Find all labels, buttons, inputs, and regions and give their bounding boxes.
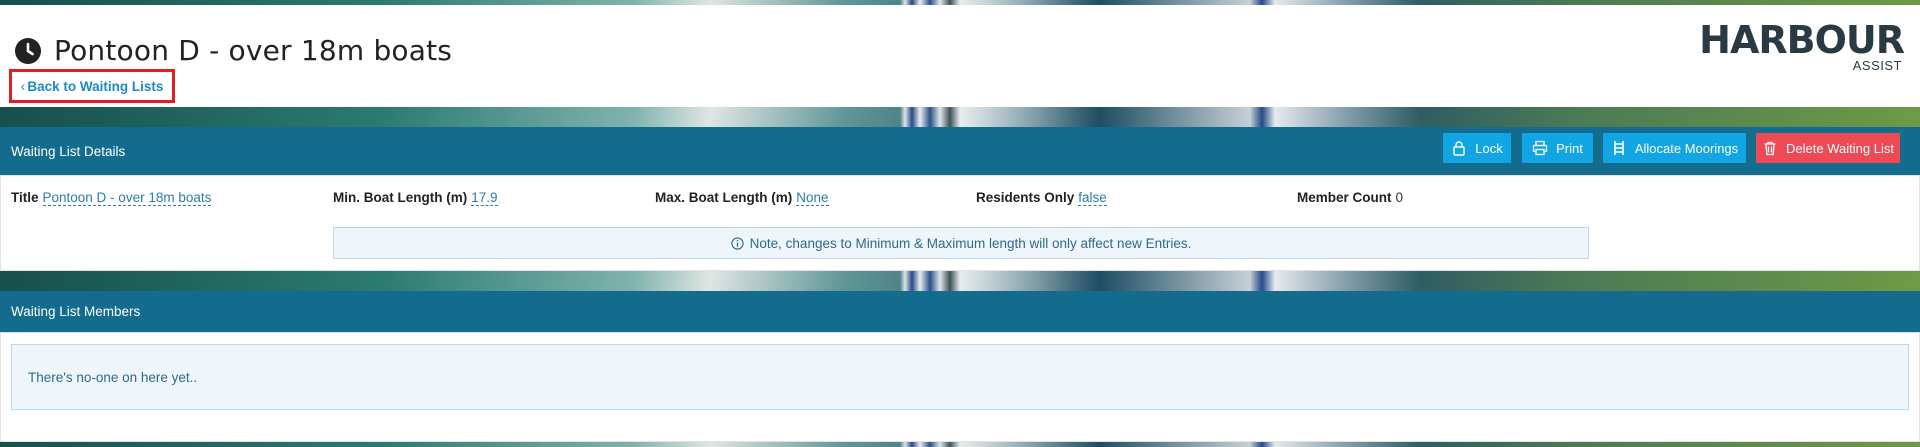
members-heading: Waiting List Members xyxy=(11,304,141,319)
empty-members-message: There's no-one on here yet.. xyxy=(11,344,1909,410)
note-text: Note, changes to Minimum & Maximum lengt… xyxy=(749,235,1192,251)
max-length-label: Max. Boat Length (m) xyxy=(655,190,793,205)
member-count-field: Member Count 0 xyxy=(1297,190,1403,205)
back-to-waiting-lists-link[interactable]: ‹ Back to Waiting Lists xyxy=(9,69,175,103)
min-length-value[interactable]: 17.9 xyxy=(471,190,498,206)
trash-icon xyxy=(1764,141,1776,156)
member-count-value: 0 xyxy=(1395,190,1404,205)
empty-message-text: There's no-one on here yet.. xyxy=(28,369,198,385)
residents-only-label: Residents Only xyxy=(976,190,1075,205)
details-heading: Waiting List Details xyxy=(11,143,126,159)
delete-waiting-list-button[interactable]: Delete Waiting List xyxy=(1756,133,1900,163)
delete-button-label: Delete Waiting List xyxy=(1786,140,1894,156)
max-length-field: Max. Boat Length (m) None xyxy=(655,190,829,206)
allocate-button-label: Allocate Moorings xyxy=(1634,140,1739,156)
page-title-row: Pontoon D - over 18m boats xyxy=(14,34,452,67)
print-button[interactable]: Print xyxy=(1522,133,1593,163)
back-link-label: Back to Waiting Lists xyxy=(27,78,164,94)
title-field: Title Pontoon D - over 18m boats xyxy=(11,190,212,206)
length-change-note: Note, changes to Minimum & Maximum lengt… xyxy=(333,227,1589,259)
chevron-left-icon: ‹ xyxy=(20,78,26,94)
page-title: Pontoon D - over 18m boats xyxy=(54,34,453,67)
residents-only-field: Residents Only false xyxy=(976,190,1107,206)
waiting-list-details-body: Title Pontoon D - over 18m boats Min. Boa… xyxy=(0,175,1920,271)
allocate-moorings-button[interactable]: Allocate Moorings xyxy=(1603,133,1746,163)
info-icon xyxy=(731,236,744,250)
logo-wordmark: HARBOUR xyxy=(1699,18,1905,62)
min-length-field: Min. Boat Length (m) 17.9 xyxy=(333,190,498,206)
waiting-list-members-body: There's no-one on here yet.. xyxy=(0,332,1920,442)
lock-icon xyxy=(1453,141,1465,156)
title-label: Title xyxy=(11,190,39,205)
member-count-label: Member Count xyxy=(1297,190,1392,205)
waiting-list-members-header: Waiting List Members xyxy=(0,291,1920,332)
harbour-assist-logo: HARBOUR ASSIST xyxy=(1699,18,1905,74)
clock-icon xyxy=(15,37,41,64)
max-length-value[interactable]: None xyxy=(796,190,829,206)
printer-icon xyxy=(1532,140,1548,156)
lock-button[interactable]: Lock xyxy=(1443,133,1511,163)
lock-button-label: Lock xyxy=(1475,140,1503,156)
min-length-label: Min. Boat Length (m) xyxy=(333,190,468,205)
residents-only-value[interactable]: false xyxy=(1078,190,1107,206)
mooring-icon xyxy=(1614,141,1624,155)
print-button-label: Print xyxy=(1556,140,1583,156)
logo-subtext: ASSIST xyxy=(1852,58,1902,73)
title-value[interactable]: Pontoon D - over 18m boats xyxy=(42,190,212,206)
background-strip-bottom xyxy=(0,442,1920,447)
background-strip-upper xyxy=(0,107,1920,127)
background-strip-middle xyxy=(0,271,1920,291)
